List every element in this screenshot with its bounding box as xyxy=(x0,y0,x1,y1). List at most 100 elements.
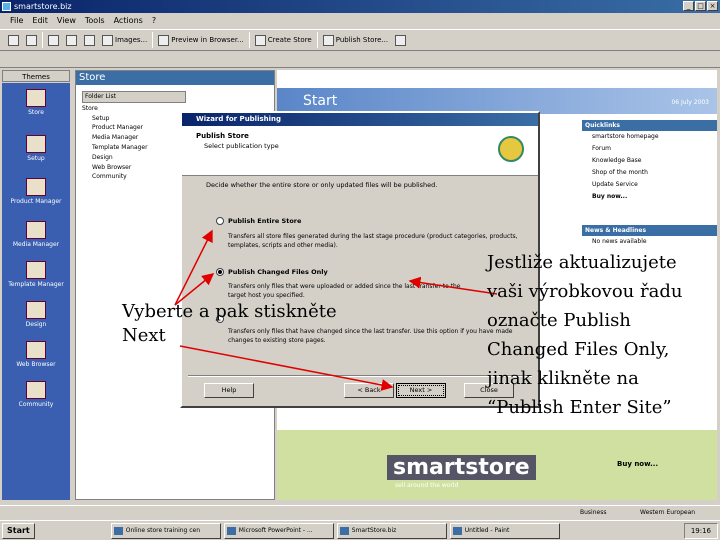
images-button[interactable]: Images... xyxy=(100,32,149,48)
buy-now-link[interactable]: Buy now... xyxy=(582,191,717,203)
nav-setup-label: Setup xyxy=(27,155,45,162)
create-store-button[interactable]: Create Store xyxy=(253,32,314,48)
quicklink[interactable]: Forum xyxy=(582,143,717,155)
quicklink[interactable]: Update Service xyxy=(582,179,717,191)
nav-web-browser-label: Web Browser xyxy=(16,361,56,368)
publish-store-button[interactable]: Publish Store... xyxy=(321,32,390,48)
news-text: No news available xyxy=(592,238,647,245)
maximize-button[interactable]: □ xyxy=(695,1,706,11)
nav-store[interactable]: Store xyxy=(2,89,70,116)
nav-web-browser[interactable]: Web Browser xyxy=(2,341,70,368)
toolbar-separator xyxy=(152,32,154,48)
taskbar-item[interactable]: Untitled - Paint xyxy=(449,522,560,539)
publish-wizard-dialog: Wizard for Publishing Publish Store Sele… xyxy=(180,111,540,408)
quicklink[interactable]: Knowledge Base xyxy=(582,155,717,167)
nav-community[interactable]: Community xyxy=(2,381,70,408)
tree-item[interactable]: Store xyxy=(82,104,186,114)
status-locale: Western European xyxy=(640,509,696,516)
setup-icon xyxy=(26,135,46,153)
tree-item[interactable]: Media Manager xyxy=(82,133,186,143)
option-changed-files[interactable]: Publish Changed Files Only xyxy=(216,268,328,276)
dialog-intro: Decide whether the entire store or only … xyxy=(206,181,438,189)
tree-item[interactable]: Product Manager xyxy=(82,123,186,133)
create-store-label: Create Store xyxy=(267,36,312,44)
window-title-bar: smartstore.biz xyxy=(0,0,720,13)
window-controls: _ □ × xyxy=(683,1,718,11)
window-title: smartstore.biz xyxy=(14,2,72,11)
tree-item[interactable]: Setup xyxy=(82,114,186,124)
close-button[interactable]: × xyxy=(707,1,718,11)
navigation-panel: Store Setup Product Manager Media Manage… xyxy=(2,83,70,500)
nav-design[interactable]: Design xyxy=(2,301,70,328)
taskbar-item[interactable]: Microsoft PowerPoint - ... xyxy=(223,522,334,539)
nav-product-manager[interactable]: Product Manager xyxy=(2,178,70,205)
minimize-button[interactable]: _ xyxy=(683,1,694,11)
menu-view[interactable]: View xyxy=(57,13,76,28)
next-button[interactable]: Next > xyxy=(396,383,446,398)
dialog-separator xyxy=(188,375,532,377)
taskbar-item[interactable]: Online store training cen xyxy=(110,522,221,539)
smartstore-logo: smartstore xyxy=(387,455,536,480)
quicklinks-title: Quicklinks xyxy=(582,120,717,131)
settings-button[interactable] xyxy=(393,32,408,48)
nav-media-manager[interactable]: Media Manager xyxy=(2,221,70,248)
folder-list-label: Folder List xyxy=(82,91,186,103)
paste-button[interactable] xyxy=(82,32,97,48)
forward-arrow-icon xyxy=(26,34,37,46)
quicklink[interactable]: smartstore homepage xyxy=(582,131,717,143)
copy-button[interactable] xyxy=(64,32,79,48)
menu-tools[interactable]: Tools xyxy=(85,13,105,28)
community-icon xyxy=(26,381,46,399)
images-icon xyxy=(102,34,113,46)
quicklinks-box: Quicklinks smartstore homepage Forum Kno… xyxy=(582,120,717,203)
news-box: News & Headlines No news available xyxy=(582,225,717,248)
publish-icon xyxy=(322,34,334,46)
status-bar: Business Western European xyxy=(0,505,720,520)
back-button[interactable]: < Back xyxy=(344,383,394,398)
option-entire-store[interactable]: Publish Entire Store xyxy=(216,217,301,225)
toolbar: Images... Preview in Browser... Create S… xyxy=(0,29,720,51)
preview-button[interactable]: Preview in Browser... xyxy=(156,32,245,48)
product-manager-icon xyxy=(26,178,46,196)
menu-actions[interactable]: Actions xyxy=(114,13,143,28)
toolbar-separator xyxy=(248,32,250,48)
dialog-heading: Publish Store xyxy=(196,132,249,140)
nav-setup[interactable]: Setup xyxy=(2,135,70,162)
menu-edit[interactable]: Edit xyxy=(32,13,48,28)
caption-right: Jestliže aktualizujete vaši výrobkovou ř… xyxy=(487,252,683,418)
smartstore-banner[interactable]: smartstore sell around the world Buy now… xyxy=(277,430,717,500)
radio-changed-files[interactable] xyxy=(216,268,224,276)
wizard-icon xyxy=(498,136,524,162)
quicklink[interactable]: Shop of the month xyxy=(582,167,717,179)
option-changed-files-desc: Transfers only files that were uploaded … xyxy=(228,283,461,290)
open-button[interactable] xyxy=(46,32,61,48)
option-entire-store-label: Publish Entire Store xyxy=(228,217,302,225)
toolbar-separator xyxy=(316,32,318,48)
menu-file[interactable]: File xyxy=(10,13,23,28)
banner-buy-now[interactable]: Buy now... xyxy=(617,460,658,468)
tree-item[interactable]: Web Browser xyxy=(82,163,186,173)
template-manager-icon xyxy=(26,261,46,279)
nav-community-label: Community xyxy=(18,401,54,408)
start-button[interactable]: Start xyxy=(2,522,35,539)
themes-header[interactable]: Themes xyxy=(2,70,70,82)
radio-entire-store[interactable] xyxy=(216,217,224,225)
store-icon xyxy=(26,89,46,107)
media-manager-icon xyxy=(26,221,46,239)
taskbar-item[interactable]: SmartStore.biz xyxy=(336,522,447,539)
caption-left: Vyberte a pak stiskněte Next xyxy=(122,301,337,346)
tree-item[interactable]: Template Manager xyxy=(82,143,186,153)
forward-button[interactable] xyxy=(24,32,39,48)
tree-item[interactable]: Design xyxy=(82,153,186,163)
nav-store-label: Store xyxy=(28,109,44,116)
app-icon xyxy=(2,2,11,11)
tree-item[interactable]: Community xyxy=(82,172,186,182)
help-button[interactable]: Help xyxy=(204,383,254,398)
back-button[interactable] xyxy=(6,32,21,48)
nav-template-manager[interactable]: Template Manager xyxy=(2,261,70,288)
store-panel-title: Store xyxy=(76,71,274,85)
menu-help[interactable]: ? xyxy=(152,13,156,28)
toolbar-separator xyxy=(42,32,43,48)
dialog-title: Wizard for Publishing xyxy=(182,113,538,126)
preview-icon xyxy=(158,34,170,46)
